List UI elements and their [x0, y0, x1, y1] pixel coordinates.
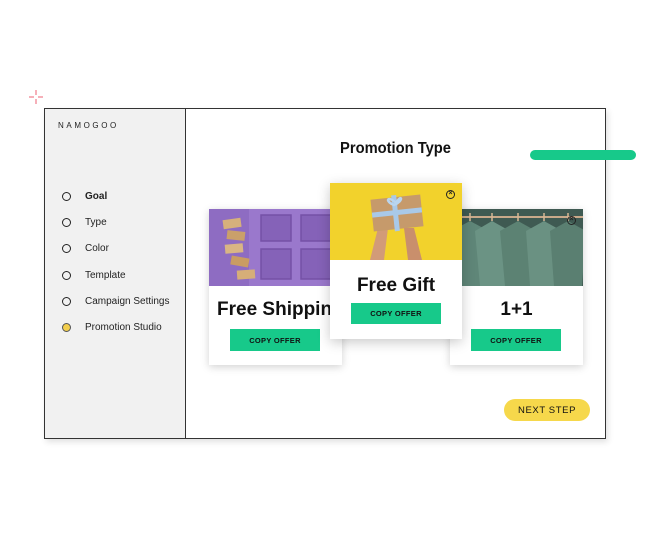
step-radio-active-icon	[62, 323, 71, 333]
promo-card-one-plus-one[interactable]: 1+1 COPY OFFER	[450, 209, 583, 365]
product-image	[209, 209, 342, 286]
step-campaign-settings[interactable]: Campaign Settings	[62, 288, 170, 314]
next-step-button[interactable]: NEXT STEP	[504, 399, 590, 421]
step-label: Goal	[85, 190, 108, 202]
step-label: Promotion Studio	[85, 322, 162, 334]
step-label: Color	[85, 243, 109, 255]
card-title: Free Gift	[356, 275, 436, 296]
app-window: NAMOGOO Goal Type Color Template Campaig…	[44, 108, 606, 439]
decorative-green-bar	[530, 150, 636, 160]
product-image	[450, 209, 583, 286]
step-list: Goal Type Color Template Campaign Settin…	[62, 183, 170, 341]
step-radio-icon	[62, 296, 71, 306]
promo-card-free-gift[interactable]: Free Gift COPY OFFER	[330, 183, 462, 339]
step-radio-icon	[62, 191, 71, 201]
step-radio-icon	[62, 244, 71, 254]
product-image	[330, 183, 462, 260]
sidebar: NAMOGOO Goal Type Color Template Campaig…	[45, 109, 186, 438]
close-circle-icon[interactable]: ×	[446, 190, 455, 199]
step-label: Campaign Settings	[85, 295, 170, 307]
step-promotion-studio[interactable]: Promotion Studio	[62, 314, 170, 340]
step-template[interactable]: Template	[62, 262, 170, 288]
step-radio-icon	[62, 270, 71, 280]
copy-offer-button[interactable]: COPY OFFER	[230, 329, 320, 351]
promo-card-free-shipping[interactable]: Free Shipping COPY OFFER	[209, 209, 342, 365]
step-radio-icon	[62, 217, 71, 227]
step-goal[interactable]: Goal	[62, 183, 170, 209]
step-color[interactable]: Color	[62, 236, 170, 262]
card-title: Free Shipping	[217, 299, 342, 320]
step-label: Type	[85, 216, 107, 228]
card-title: 1+1	[500, 299, 533, 320]
logo: NAMOGOO	[58, 121, 119, 130]
step-type[interactable]: Type	[62, 209, 170, 235]
copy-offer-button[interactable]: COPY OFFER	[471, 329, 561, 351]
copy-offer-button[interactable]: COPY OFFER	[351, 303, 441, 324]
close-circle-icon[interactable]: ×	[567, 216, 576, 225]
step-label: Template	[85, 269, 126, 281]
sparkle-icon	[29, 90, 43, 104]
